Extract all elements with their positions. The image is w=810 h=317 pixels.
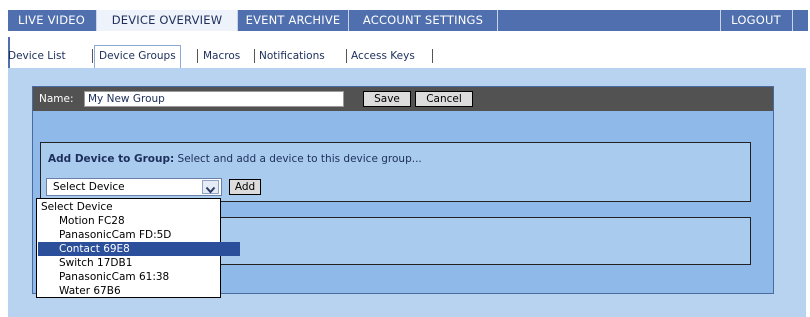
subtab-device-list[interactable]: Device List [8,46,66,66]
cancel-button[interactable]: Cancel [415,91,473,107]
nav-divider [720,10,721,31]
name-label: Name: [39,93,74,105]
dropdown-option[interactable]: Select Device [38,200,222,214]
main-nav: LIVE VIDEO DEVICE OVERVIEW EVENT ARCHIVE… [8,10,808,31]
dropdown-option-selected[interactable]: Contact 69E8 [38,242,240,256]
chevron-down-icon[interactable] [202,180,219,194]
subnav-divider [346,49,347,63]
tab-account-settings[interactable]: ACCOUNT SETTINGS [350,10,496,31]
dropdown-option[interactable]: PanasonicCam FD:5D [38,228,240,242]
nav-divider [497,10,498,31]
logout-link[interactable]: LOGOUT [726,10,786,31]
device-dropdown-list: Select Device Motion FC28 PanasonicCam F… [36,198,240,298]
dropdown-option[interactable]: PanasonicCam 61:38 [38,270,240,284]
group-name-input[interactable]: My New Group [84,91,344,107]
sub-nav: Device List Device Groups Macros Notific… [8,45,808,68]
tab-event-archive[interactable]: EVENT ARCHIVE [239,10,347,31]
save-button[interactable]: Save [363,91,411,107]
subtab-device-groups[interactable]: Device Groups [94,45,181,68]
subtab-macros[interactable]: Macros [203,46,240,66]
dropdown-option[interactable]: Switch 17DB1 [38,256,240,270]
dropdown-option[interactable]: Water 67B6 [38,284,240,298]
subnav-divider [432,49,433,63]
add-device-instructions: Select and add a device to this device g… [174,153,422,165]
tab-device-overview[interactable]: DEVICE OVERVIEW [97,10,237,31]
device-select[interactable]: Select Device [46,178,222,196]
add-button[interactable]: Add [229,179,261,195]
add-device-heading: Add Device to Group: [48,153,175,165]
subnav-divider [197,49,198,63]
subtab-access-keys[interactable]: Access Keys [351,46,415,66]
subnav-divider [92,49,93,63]
nav-divider [792,10,793,31]
subnav-divider [254,49,255,63]
dropdown-option[interactable]: Motion FC28 [38,214,240,228]
tab-live-video[interactable]: LIVE VIDEO [8,10,95,31]
add-device-title: Add Device to Group: Select and add a de… [48,153,422,165]
nav-divider [348,10,349,31]
nav-divider [237,10,238,31]
subtab-notifications[interactable]: Notifications [259,46,325,66]
